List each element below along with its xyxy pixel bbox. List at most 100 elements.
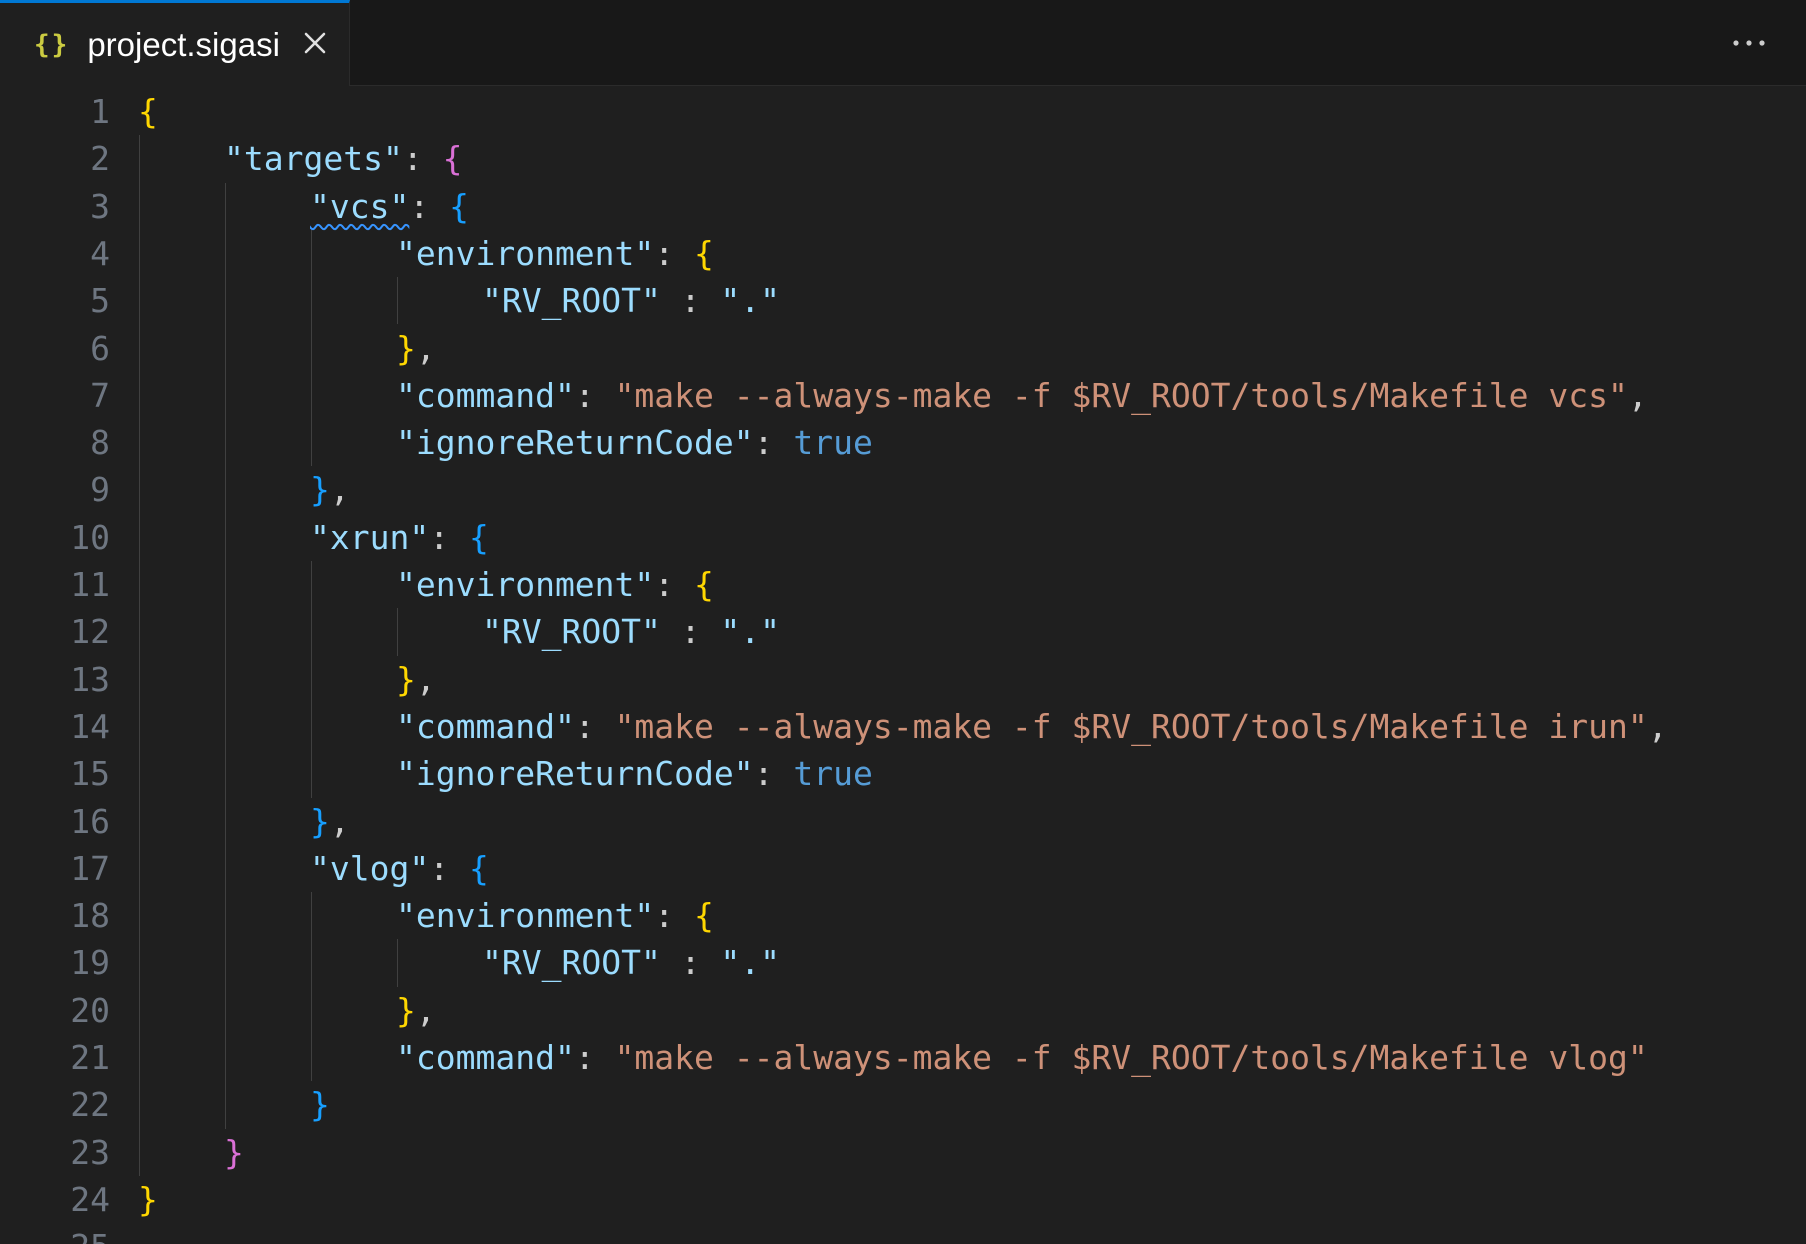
code-text: "environment": {	[396, 892, 714, 939]
indent-guide	[311, 229, 312, 467]
editor-tab-bar: {} project.sigasi	[0, 0, 1806, 86]
code-token: "ignoreReturnCode"	[396, 754, 754, 794]
code-token: "environment"	[396, 896, 655, 936]
code-token: :	[654, 565, 695, 604]
code-line[interactable]: 12 "RV_ROOT" : "."	[0, 608, 1806, 655]
code-token: :	[429, 848, 469, 888]
line-number: 8	[90, 423, 110, 463]
code-line[interactable]: 5 "RV_ROOT" : "."	[0, 277, 1806, 324]
code-line[interactable]: 20},	[0, 987, 1806, 1034]
code-token: :	[409, 186, 450, 226]
code-text: "vlog": {	[310, 845, 489, 892]
line-number: 9	[90, 470, 110, 510]
code-line[interactable]: 4 "environment": {	[0, 230, 1806, 277]
code-token: {	[468, 848, 489, 888]
code-token: "make --always-make -f $RV_ROOT/tools/Ma…	[614, 706, 1648, 746]
code-token: true	[793, 754, 873, 794]
close-icon[interactable]	[297, 25, 333, 61]
code-line[interactable]: 6},	[0, 325, 1806, 372]
code-token: :	[660, 612, 721, 652]
code-line[interactable]: 1{	[0, 88, 1806, 135]
code-token: }	[396, 659, 416, 699]
line-number: 2	[90, 139, 110, 179]
code-line[interactable]: 2 "targets": {	[0, 135, 1806, 182]
code-text: "environment": {	[396, 230, 714, 277]
code-token: }	[396, 990, 416, 1030]
line-number: 14	[70, 706, 110, 746]
code-token: ,	[1627, 375, 1648, 415]
code-line[interactable]: 22}	[0, 1081, 1806, 1128]
code-line[interactable]: 25	[0, 1223, 1806, 1244]
code-token-warning: "vcs"	[310, 186, 410, 226]
line-number: 12	[70, 612, 110, 652]
code-token: :	[660, 281, 721, 321]
code-token: "ignoreReturnCode"	[396, 423, 754, 463]
line-number: 25	[0, 1223, 110, 1244]
more-actions-icon[interactable]	[1720, 22, 1780, 62]
code-token: ,	[415, 990, 436, 1030]
line-number: 22	[70, 1085, 110, 1125]
code-token: ,	[329, 470, 350, 510]
code-text: "xrun": {	[310, 514, 489, 561]
line-number: 7	[90, 375, 110, 415]
code-token: }	[224, 1132, 244, 1172]
code-token: {	[449, 186, 469, 226]
line-number: 13	[70, 659, 110, 699]
tab-project-sigasi[interactable]: {} project.sigasi	[0, 0, 350, 86]
code-line[interactable]: 13},	[0, 656, 1806, 703]
code-line[interactable]: 23}	[0, 1129, 1806, 1176]
code-text: "command": "make --always-make -f $RV_RO…	[396, 703, 1668, 750]
line-number: 10	[70, 517, 110, 557]
line-number: 15	[70, 754, 110, 794]
code-line[interactable]: 19 "RV_ROOT" : "."	[0, 939, 1806, 986]
code-text: {	[138, 88, 158, 135]
code-line[interactable]: 9},	[0, 466, 1806, 513]
code-text: }	[310, 1081, 330, 1128]
indent-guide	[225, 182, 226, 1129]
code-token: :	[429, 517, 469, 557]
code-token: :	[654, 896, 695, 936]
code-token: :	[660, 943, 721, 983]
indent-guide	[139, 135, 140, 1176]
line-number: 23	[70, 1132, 110, 1172]
code-token: }	[396, 328, 416, 368]
code-token: "environment"	[396, 233, 655, 273]
code-editor[interactable]: 1{2 "targets": {3 "vcs": {4 "environment": …	[0, 86, 1806, 1244]
code-token: {	[694, 896, 714, 936]
code-line[interactable]: 15 "ignoreReturnCode": true	[0, 750, 1806, 797]
code-text: "RV_ROOT" : "."	[482, 939, 780, 986]
indent-guide	[311, 892, 312, 1082]
code-token: {	[694, 233, 714, 273]
code-token: "environment"	[396, 565, 655, 604]
code-text: },	[310, 466, 350, 513]
line-number: 1	[90, 92, 110, 131]
code-line[interactable]: 17 "vlog": {	[0, 845, 1806, 892]
code-line[interactable]: 8 "ignoreReturnCode": true	[0, 419, 1806, 466]
code-token: {	[694, 565, 714, 604]
line-number: 20	[70, 990, 110, 1030]
code-line[interactable]: 10 "xrun": {	[0, 514, 1806, 561]
line-number: 19	[70, 943, 110, 983]
code-text: "RV_ROOT" : "."	[482, 277, 780, 324]
code-token: "make --always-make -f $RV_ROOT/tools/Ma…	[614, 375, 1628, 415]
code-line[interactable]: 3 "vcs": {	[0, 183, 1806, 230]
code-token: "RV_ROOT"	[482, 281, 661, 321]
line-number: 18	[70, 896, 110, 936]
code-text: "command": "make --always-make -f $RV_RO…	[396, 372, 1648, 419]
code-line[interactable]: 18 "environment": {	[0, 892, 1806, 939]
code-line[interactable]: 24}	[0, 1176, 1806, 1223]
indent-guide	[397, 939, 398, 987]
code-token: "xrun"	[310, 517, 430, 557]
line-number: 17	[70, 848, 110, 888]
code-line[interactable]: 14 "command": "make --always-make -f $RV_…	[0, 703, 1806, 750]
code-line[interactable]: 21 "command": "make --always-make -f $RV_…	[0, 1034, 1806, 1081]
code-token: "targets"	[224, 139, 403, 179]
code-token: "command"	[396, 1038, 575, 1077]
line-number: 4	[90, 233, 110, 273]
code-line[interactable]: 7 "command": "make --always-make -f $RV_R…	[0, 372, 1806, 419]
code-token: :	[574, 706, 615, 746]
code-line[interactable]: 16},	[0, 798, 1806, 845]
code-text: "RV_ROOT" : "."	[482, 608, 780, 655]
code-line[interactable]: 11 "environment": {	[0, 561, 1806, 608]
code-token: :	[654, 233, 695, 273]
